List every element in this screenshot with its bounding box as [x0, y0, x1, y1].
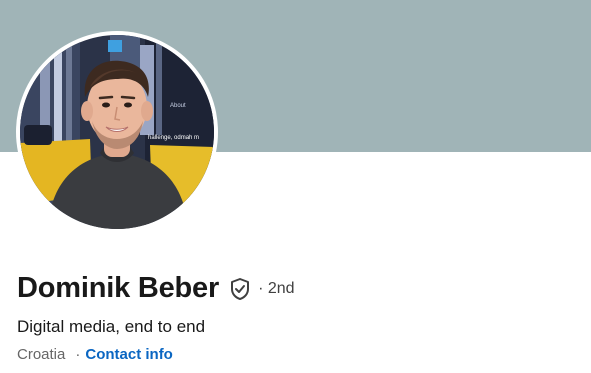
meta-separator: ·: [75, 346, 81, 363]
background-text-2: hallenge, odmah m: [148, 135, 199, 141]
profile-photo[interactable]: About hallenge, odmah m: [20, 35, 214, 229]
profile-photo-frame[interactable]: About hallenge, odmah m: [16, 31, 218, 233]
profile-name: Dominik Beber: [17, 272, 220, 304]
contact-info-link[interactable]: Contact info: [85, 346, 173, 363]
shield-check-icon[interactable]: [228, 277, 252, 301]
background-text-1: About: [170, 103, 186, 109]
connection-degree: · 2nd: [258, 279, 295, 297]
profile-name-row: Dominik Beber · 2nd: [17, 272, 295, 305]
profile-meta-row: Croatia · Contact info: [17, 346, 173, 363]
profile-location: Croatia: [17, 346, 66, 363]
profile-headline: Digital media, end to end: [17, 317, 206, 336]
avatar-illustration: About hallenge, odmah m: [20, 35, 214, 229]
